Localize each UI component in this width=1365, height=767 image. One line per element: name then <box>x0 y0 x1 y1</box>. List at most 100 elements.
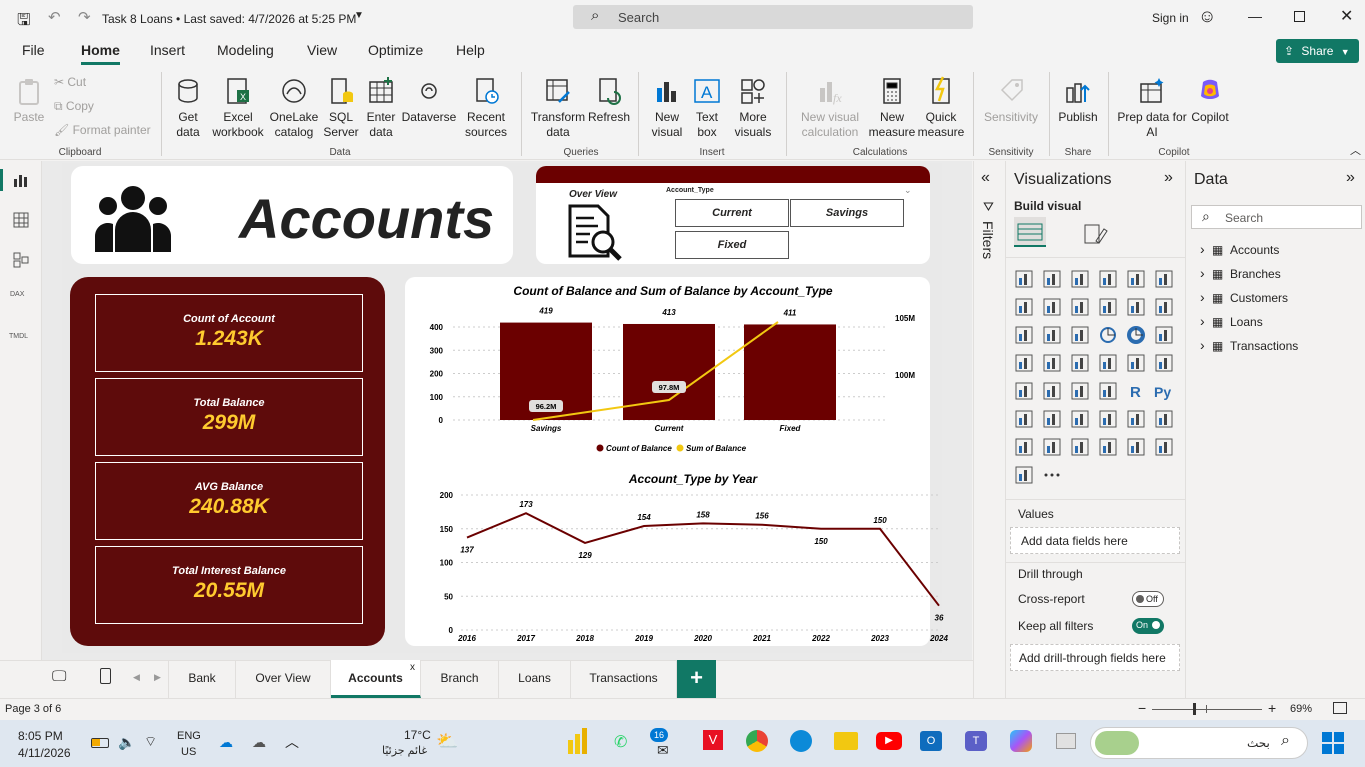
menu-home[interactable]: Home <box>81 42 120 58</box>
excel-workbook-button[interactable]: X Excel workbook <box>209 76 267 140</box>
prep-data-ai-button[interactable]: Prep data for AI <box>1116 76 1188 140</box>
weather-icon[interactable]: ⛅ <box>436 731 458 752</box>
table-item-accounts[interactable]: › ▦ Accounts <box>1200 241 1360 257</box>
clustered-column-icon[interactable] <box>1098 269 1118 289</box>
mobile-layout-icon[interactable] <box>100 668 111 684</box>
close-tab-icon[interactable]: x <box>410 650 415 686</box>
clustered-bar-icon[interactable] <box>1070 269 1090 289</box>
whatsapp-icon[interactable]: ✆ <box>614 732 627 752</box>
qa-icon[interactable] <box>1070 409 1090 429</box>
outlook-icon[interactable]: O <box>920 731 942 751</box>
add-data-fields-well[interactable]: Add data fields here <box>1010 527 1180 554</box>
teams-icon[interactable]: ✉ <box>657 742 669 759</box>
scroll-right-icon[interactable]: ▶ <box>154 672 161 683</box>
table-item-customers[interactable]: › ▦ Customers <box>1200 289 1360 305</box>
dataverse-button[interactable]: Dataverse <box>401 76 457 125</box>
minimize-icon[interactable]: — <box>1248 8 1262 24</box>
table-item-transactions[interactable]: › ▦ Transactions <box>1200 337 1360 353</box>
weather-temp[interactable]: 17°C <box>404 728 431 742</box>
line-column-icon[interactable] <box>1126 297 1146 317</box>
menu-optimize[interactable]: Optimize <box>368 42 423 58</box>
waterfall-icon[interactable] <box>1014 325 1034 345</box>
charts-svg[interactable]: Count of Balance and Sum of Balance by A… <box>405 277 950 646</box>
filters-label[interactable]: Filters <box>980 221 996 259</box>
undo-icon[interactable]: ↶ <box>48 8 61 26</box>
sign-in-link[interactable]: Sign in <box>1152 11 1189 25</box>
windows-start-icon[interactable] <box>1322 732 1344 754</box>
stacked-area-icon[interactable] <box>1070 297 1090 317</box>
menu-insert[interactable]: Insert <box>150 42 185 58</box>
copilot-taskbar-icon[interactable] <box>1010 730 1032 752</box>
stacked-column-icon[interactable] <box>1042 269 1062 289</box>
more-visuals-button[interactable]: More visuals <box>730 76 776 140</box>
copilot-button[interactable]: Copilot <box>1186 76 1234 125</box>
battery-icon[interactable] <box>91 738 109 748</box>
account-icon[interactable]: ☺ <box>1198 6 1216 27</box>
filters-pane[interactable]: « ⛛ Filters <box>973 161 1005 699</box>
language-region[interactable]: US <box>181 746 196 758</box>
onedrive-icon[interactable]: ☁ <box>219 734 233 751</box>
donut-chart-icon[interactable] <box>1126 325 1146 345</box>
edge-icon[interactable] <box>790 730 812 752</box>
chevron-right-icon[interactable]: › <box>1200 337 1212 353</box>
chevron-right-icon[interactable]: › <box>1200 241 1212 257</box>
taskbar-search[interactable]: بحث ⌕ <box>1090 727 1308 759</box>
kpi-card-total-balance[interactable]: Total Balance 299M <box>95 378 363 456</box>
menu-file[interactable]: File <box>22 42 45 58</box>
map-icon[interactable] <box>1014 353 1034 373</box>
recent-sources-button[interactable]: Recent sources <box>460 76 512 140</box>
maximize-icon[interactable] <box>1294 11 1305 22</box>
zoom-in-icon[interactable]: + <box>1268 700 1276 716</box>
desktop-layout-icon[interactable]: 🖵 <box>52 668 66 685</box>
collapse-ribbon-icon[interactable]: ︿ <box>1350 142 1361 158</box>
tab-transactions[interactable]: Transactions <box>571 660 677 698</box>
gauge-icon[interactable] <box>1098 353 1118 373</box>
area-chart-icon[interactable] <box>1042 297 1062 317</box>
chevron-down-icon[interactable]: ▼ <box>354 10 364 21</box>
slicer-item-current[interactable]: Current <box>675 199 789 227</box>
table-item-loans[interactable]: › ▦ Loans <box>1200 313 1360 329</box>
clock-date[interactable]: 4/11/2026 <box>18 746 71 760</box>
keep-filters-toggle[interactable]: On <box>1132 618 1164 634</box>
volume-icon[interactable]: 🔈 <box>118 734 135 751</box>
close-icon[interactable]: ✕ <box>1340 6 1353 26</box>
paginated-report-icon[interactable] <box>1126 409 1146 429</box>
zoom-slider[interactable] <box>1152 709 1262 710</box>
slicer-item-savings[interactable]: Savings <box>790 199 904 227</box>
cloud-error-icon[interactable]: ☁ <box>252 734 266 751</box>
kpi-icon[interactable] <box>1014 381 1034 401</box>
redo-icon[interactable]: ↷ <box>78 8 91 26</box>
share-button[interactable]: ⇪ Share ▼ <box>1276 39 1359 63</box>
expand-right-icon[interactable]: » <box>1164 169 1173 187</box>
table-view-icon[interactable] <box>12 211 30 229</box>
cross-report-toggle[interactable]: Off <box>1132 591 1164 607</box>
tab-loans[interactable]: Loans <box>499 660 571 698</box>
add-page-button[interactable]: + <box>677 660 716 698</box>
matrix-icon[interactable] <box>1098 381 1118 401</box>
chevron-up-icon[interactable]: ︿ <box>285 732 299 752</box>
cut-button[interactable]: ✂ Cut <box>54 75 86 90</box>
save-icon[interactable]: 🖫 <box>17 9 31 36</box>
document-title[interactable]: Task 8 Loans • Last saved: 4/7/2026 at 5… <box>102 12 356 26</box>
collapse-left-icon[interactable]: « <box>981 169 990 187</box>
scroll-left-icon[interactable]: ◀ <box>133 672 140 683</box>
slicer-icon[interactable] <box>1042 381 1062 401</box>
chevron-down-icon[interactable]: ⌄ <box>904 185 912 196</box>
weather-text[interactable]: غائم جزئيًا <box>382 744 427 757</box>
slicer-item-fixed[interactable]: Fixed <box>675 231 789 259</box>
new-measure-button[interactable]: New measure <box>868 76 916 140</box>
wifi-icon[interactable]: ⌔ <box>144 733 157 751</box>
zoom-out-icon[interactable]: − <box>1138 700 1146 716</box>
line-chart-icon[interactable] <box>1014 297 1034 317</box>
tmdl-view-icon[interactable]: TMDL <box>9 333 28 340</box>
powerbi-taskbar-icon[interactable] <box>566 728 590 754</box>
metrics-icon[interactable] <box>1070 437 1090 457</box>
data-search-input[interactable]: ⌕ Search <box>1191 205 1362 229</box>
get-data-button[interactable]: Get data <box>166 76 210 140</box>
document-search-icon[interactable] <box>566 204 624 262</box>
quick-measure-button[interactable]: Quick measure <box>916 76 966 140</box>
stacked-bar-icon[interactable] <box>1014 269 1034 289</box>
onelake-button[interactable]: OneLake catalog <box>268 76 320 140</box>
treemap-icon[interactable] <box>1154 325 1174 345</box>
paste-button[interactable]: Paste <box>10 76 48 125</box>
